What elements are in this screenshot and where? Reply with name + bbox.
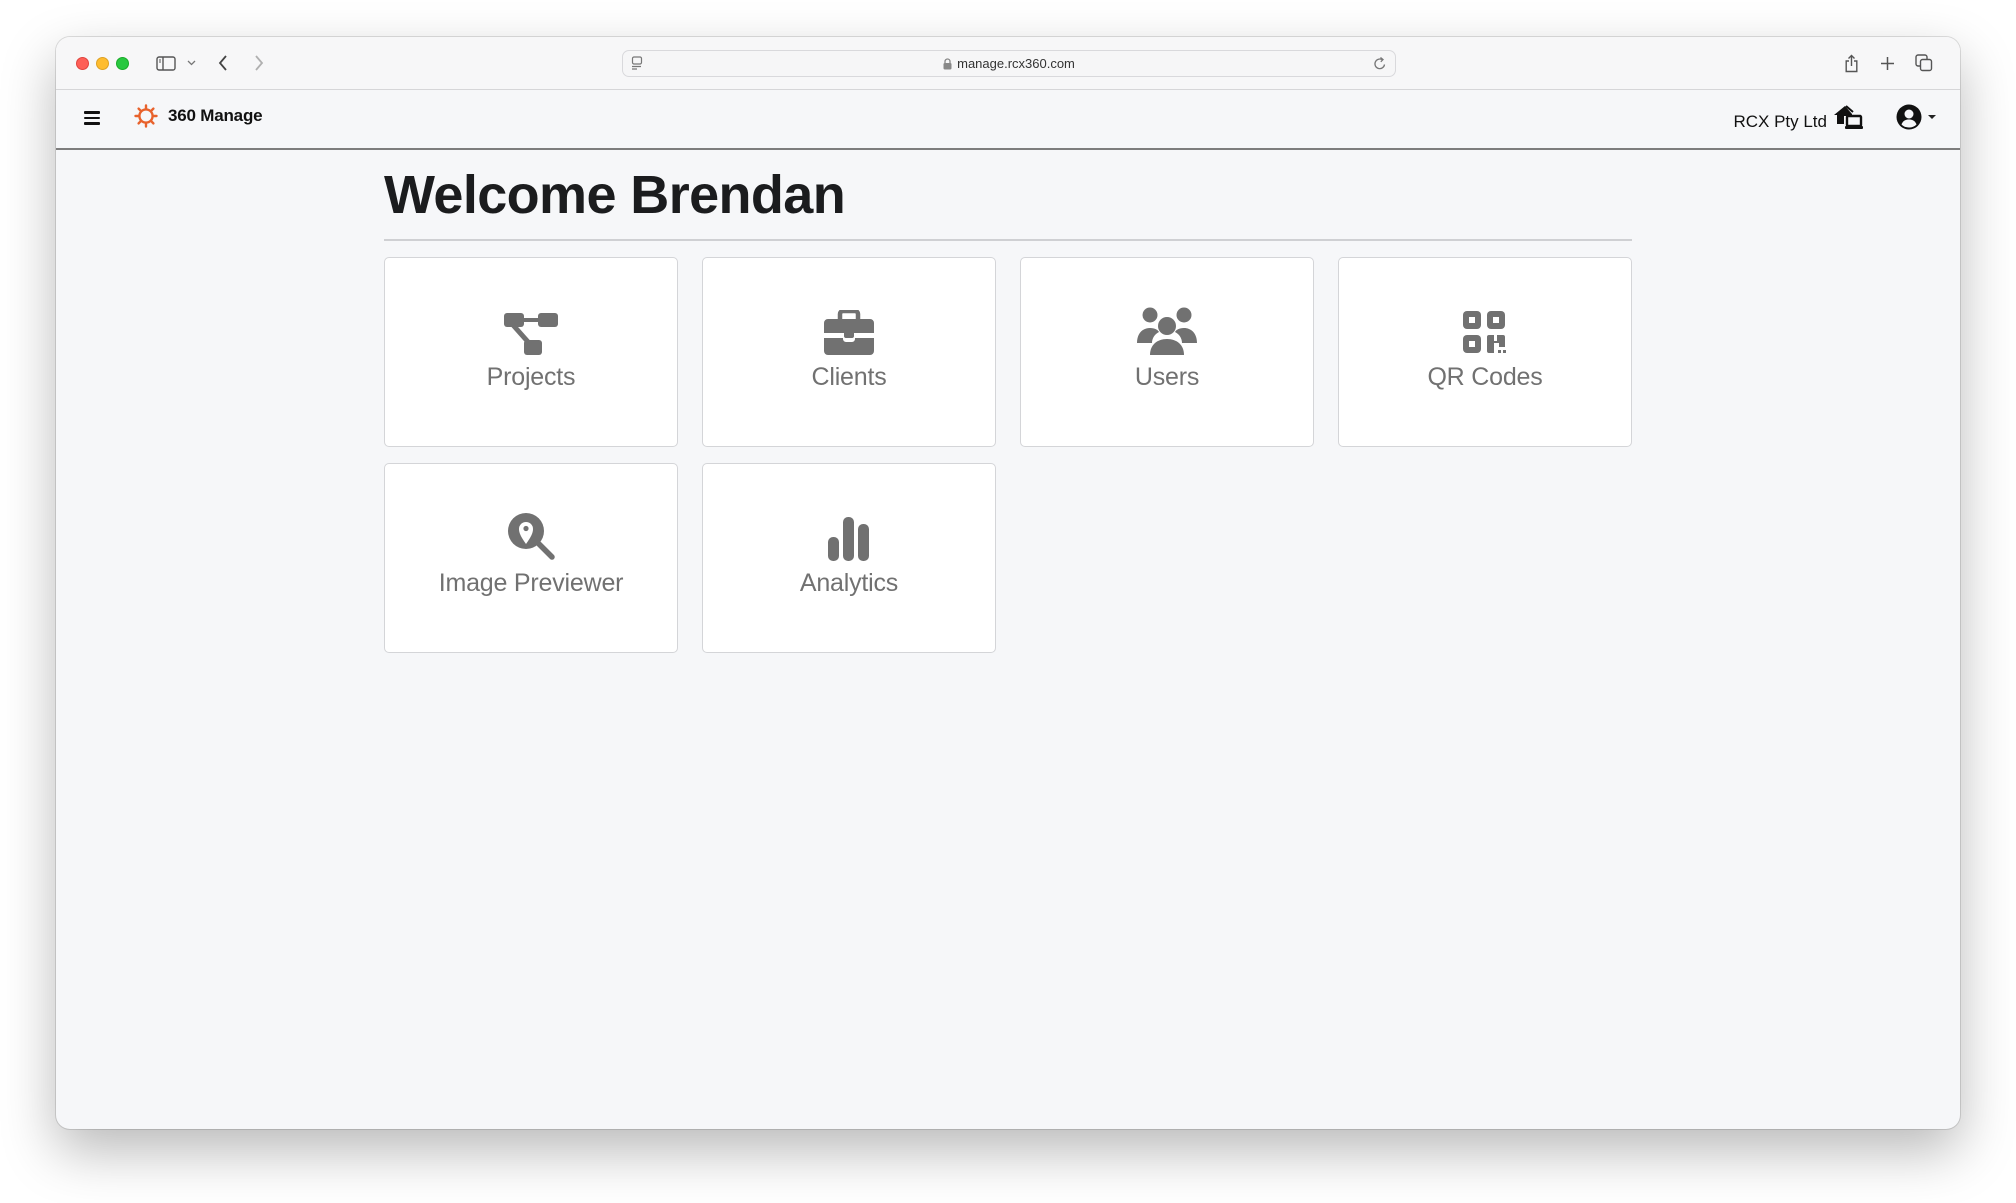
forward-button[interactable]: [250, 50, 268, 76]
chevron-left-icon: [218, 55, 227, 71]
chevron-down-icon: [187, 60, 195, 66]
window-close-button[interactable]: [76, 57, 89, 70]
title-divider: [384, 239, 1632, 241]
tile-label: Image Previewer: [438, 568, 624, 597]
tile-qr-codes[interactable]: QR Codes: [1338, 257, 1632, 447]
share-button[interactable]: [1842, 50, 1860, 76]
sidebar-icon: [156, 55, 176, 71]
lock-icon: [943, 57, 952, 69]
back-button[interactable]: [214, 50, 232, 76]
organization-name: RCX Pty Ltd: [1733, 112, 1827, 131]
browser-window: manage.rcx360.com 360 Manage RCX Pty Ltd…: [56, 37, 1960, 1129]
project-diagram-icon: [504, 312, 558, 355]
tab-overview-button[interactable]: [1914, 50, 1934, 76]
sun-gear-icon: [134, 104, 158, 128]
tabs-icon: [1915, 54, 1933, 72]
tile-image-previewer[interactable]: Image Previewer: [384, 463, 678, 653]
sidebar-dropdown-button[interactable]: [184, 50, 198, 76]
browser-toolbar: manage.rcx360.com: [56, 37, 1960, 90]
chevron-right-icon: [255, 55, 264, 71]
brand-name: 360 Manage: [168, 106, 263, 125]
tile-label: Users: [1134, 362, 1200, 391]
tile-projects[interactable]: Projects: [384, 257, 678, 447]
url-text: manage.rcx360.com: [957, 56, 1075, 71]
plus-icon: [1880, 56, 1894, 70]
tile-analytics[interactable]: Analytics: [702, 463, 996, 653]
tile-label: Analytics: [799, 568, 899, 597]
tile-grid: Projects Clients Users QR Codes Image Pr…: [384, 257, 1632, 653]
qrcode-icon: [1463, 310, 1506, 353]
brand-link[interactable]: 360 Manage: [134, 104, 263, 128]
user-menu-button[interactable]: [1896, 104, 1936, 130]
address-bar[interactable]: manage.rcx360.com: [622, 50, 1396, 77]
page-title: Welcome Brendan: [384, 165, 846, 225]
user-circle-icon: [1896, 104, 1922, 130]
briefcase-icon: [824, 309, 874, 355]
window-maximize-button[interactable]: [116, 57, 129, 70]
hamburger-menu-button[interactable]: [84, 111, 100, 125]
app-navbar: 360 Manage RCX Pty Ltd: [56, 90, 1960, 150]
search-location-icon: [508, 512, 555, 560]
tile-users[interactable]: Users: [1020, 257, 1314, 447]
tile-label: Projects: [486, 362, 576, 391]
page-menu-icon[interactable]: [631, 56, 643, 71]
window-minimize-button[interactable]: [96, 57, 109, 70]
users-icon: [1137, 307, 1197, 355]
new-tab-button[interactable]: [1878, 50, 1896, 76]
chart-bars-icon: [828, 516, 869, 561]
tile-label: Clients: [811, 362, 887, 391]
switch-organization-button[interactable]: [1833, 105, 1865, 136]
hamburger-icon: [84, 111, 100, 114]
tile-clients[interactable]: Clients: [702, 257, 996, 447]
share-icon: [1845, 54, 1857, 72]
tile-label: QR Codes: [1427, 362, 1543, 391]
reload-icon[interactable]: [1373, 56, 1387, 71]
caret-down-icon: [1928, 115, 1936, 119]
laptop-house-icon: [1834, 105, 1863, 129]
sidebar-toggle-button[interactable]: [154, 50, 178, 76]
